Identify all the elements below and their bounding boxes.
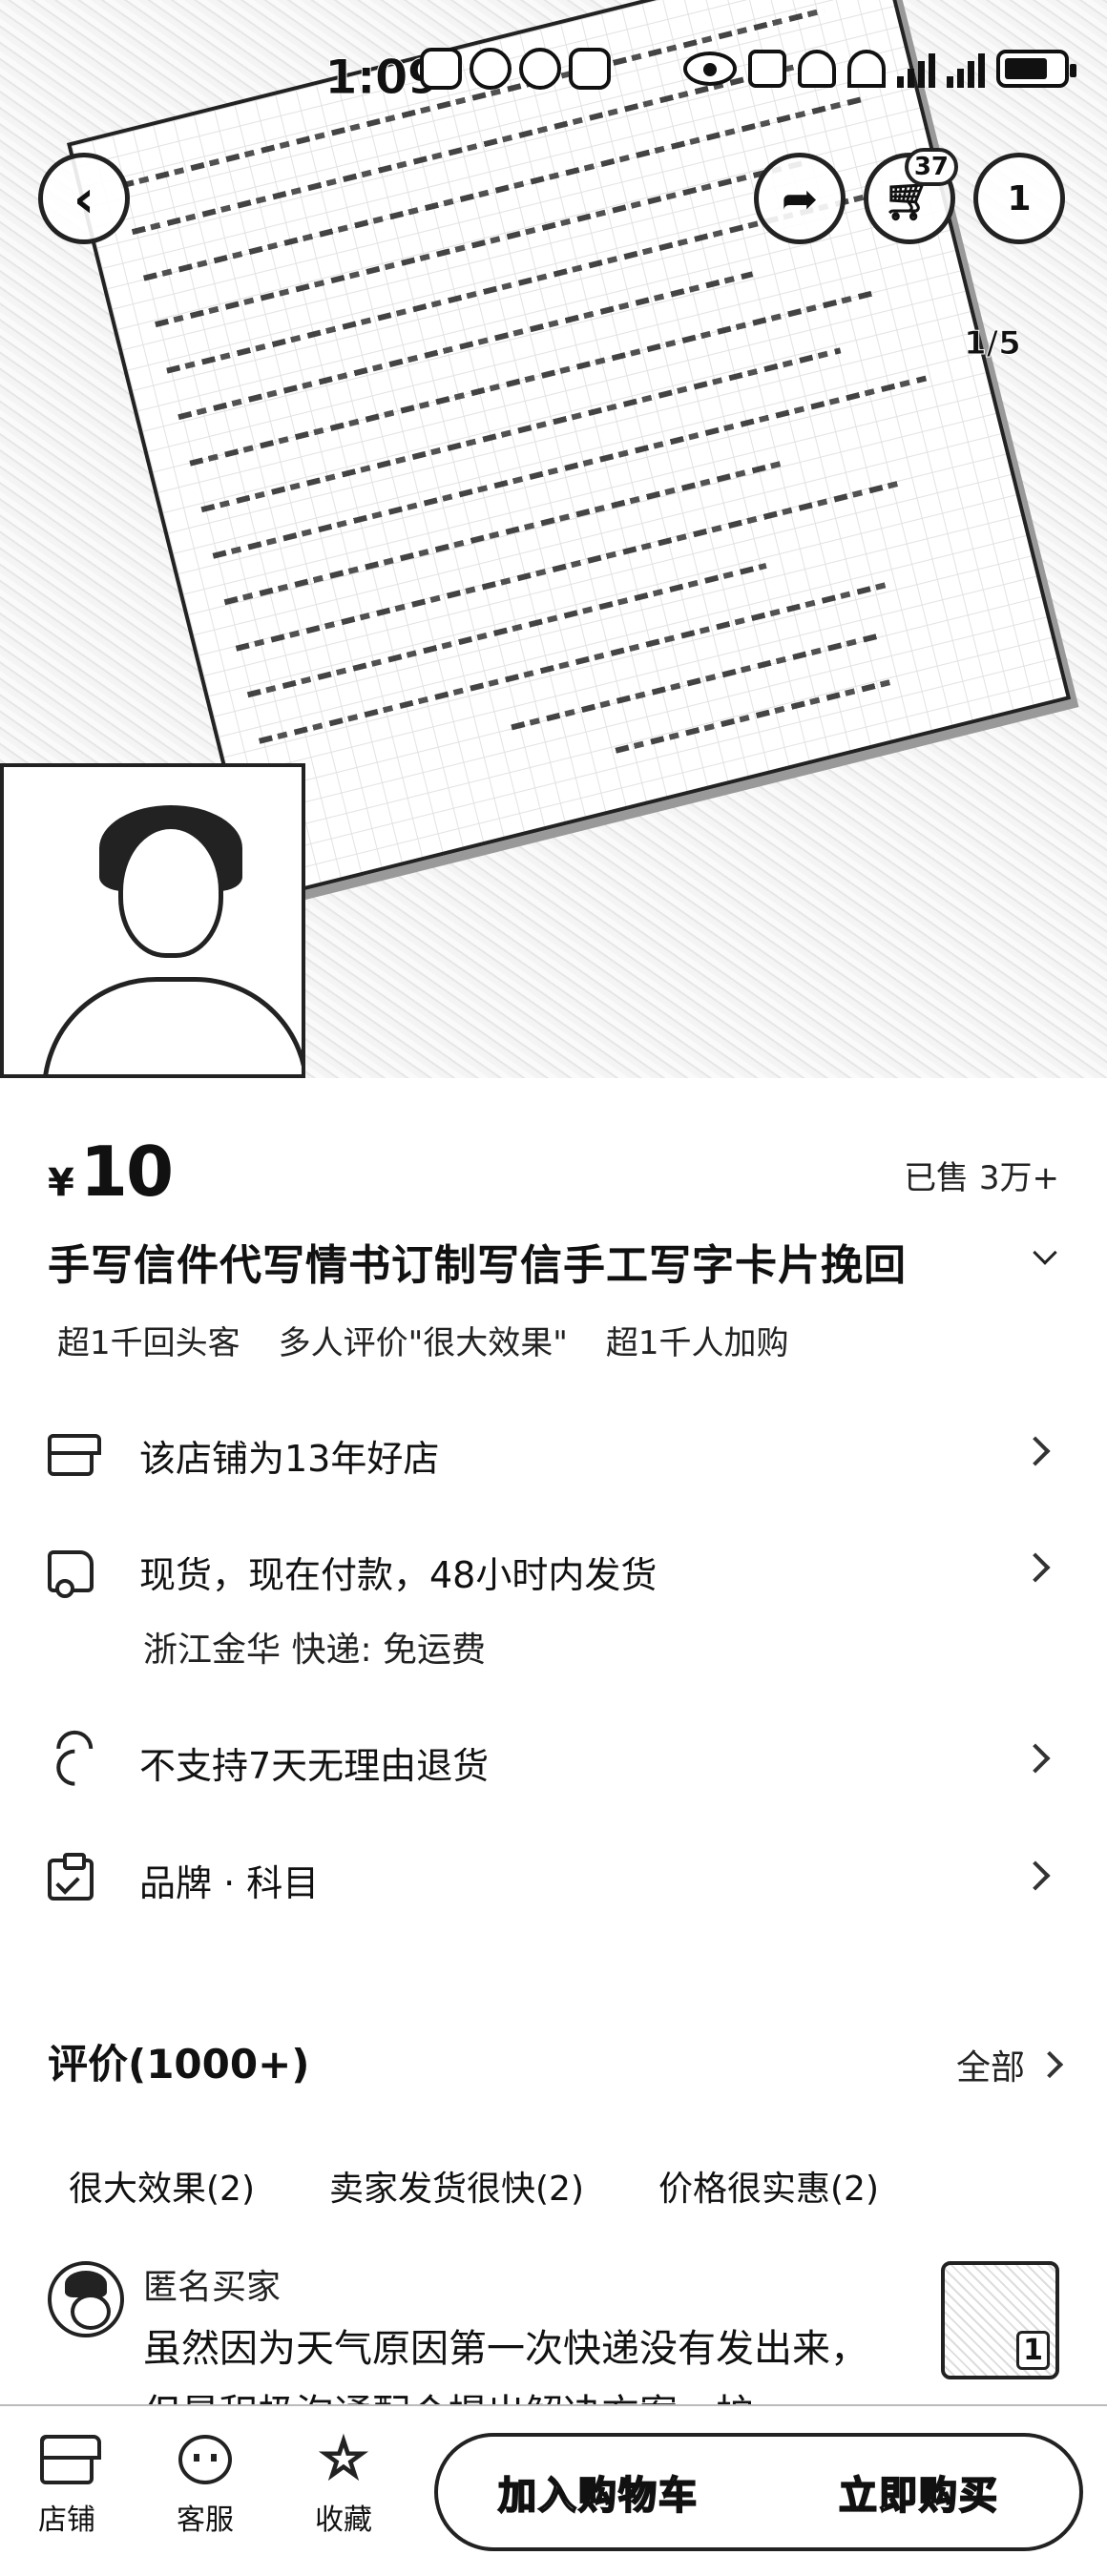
status-bar: 1:09	[0, 0, 1107, 143]
buy-now-button[interactable]: 立即购买	[759, 2437, 1079, 2547]
sold-count: 已售 3万+	[904, 1159, 1059, 1197]
reviewer-name: 匿名买家	[143, 2268, 282, 2307]
nfc-icon	[748, 50, 786, 88]
signal-5g-icon	[897, 50, 935, 88]
review-tag[interactable]: 很大效果(2)	[48, 2151, 276, 2220]
app-notification-icon	[420, 48, 462, 90]
system-status-icons	[683, 50, 1076, 88]
reviewer-avatar	[48, 2261, 124, 2337]
service-nav-label: 客服	[177, 2503, 234, 2537]
shipping-origin-text: 浙江金华 快递: 免运费	[143, 1631, 487, 1670]
chevron-right-icon	[1020, 1743, 1051, 1774]
returns-info-row[interactable]: 不支持7天无理由退货	[48, 1729, 1059, 1796]
view-all-label: 全部	[955, 2048, 1025, 2088]
highlight-tag: 超1千人加购	[605, 1324, 789, 1362]
favorite-nav-label: 收藏	[315, 2503, 372, 2537]
reviews-title: 评价(1000+)	[48, 2041, 310, 2088]
shop-icon	[48, 1434, 101, 1476]
star-icon: ☆	[318, 2428, 368, 2490]
heart-icon	[39, 1731, 101, 1793]
chevron-right-icon	[1035, 2050, 1064, 2079]
reviews-header: 评价(1000+) 全部	[48, 2032, 1064, 2099]
product-image-carousel[interactable]: ‹ ➦ 🛒︎ 37 1 1/5	[0, 0, 1107, 1078]
eye-comfort-icon	[683, 52, 737, 86]
shop-nav-label: 店铺	[38, 2503, 95, 2537]
brand-info-text: 品牌 · 科目	[139, 1861, 320, 1904]
service-face-icon	[178, 2435, 232, 2484]
review-item[interactable]: 匿名买家 虽然因为天气原因第一次快递没有发出来，但是积极沟通配合提出解决方案，护…	[48, 2252, 1059, 2436]
shop-info-text: 该店铺为13年好店	[139, 1437, 440, 1480]
bottom-action-bar: 店铺 客服 ☆ 收藏 加入购物车 立即购买	[0, 2404, 1107, 2576]
brand-info-row[interactable]: 品牌 · 科目	[48, 1846, 1059, 1913]
more-button[interactable]: 1	[973, 153, 1065, 244]
customer-service-button[interactable]: 客服	[153, 2435, 258, 2538]
price-row: ¥ 10 已售 3万+	[48, 1126, 1059, 1212]
signal-4g-icon	[947, 50, 985, 88]
photo-count-badge: 1	[1016, 2331, 1050, 2370]
clipboard-check-icon	[48, 1853, 94, 1901]
app-notification-icon	[519, 48, 561, 90]
product-title-row[interactable]: 手写信件代写情书订制写信手工写字卡片挽回	[48, 1231, 1059, 1298]
back-button[interactable]: ‹	[38, 153, 130, 244]
product-highlights: 超1千回头客 多人评价"很大效果" 超1千人加购	[57, 1317, 789, 1363]
more-icon: 1	[1007, 178, 1032, 218]
shipping-info-row[interactable]: 现货，现在付款，48小时内发货	[48, 1538, 1059, 1605]
seller-photo-inset	[0, 763, 305, 1078]
shop-nav-button[interactable]: 店铺	[14, 2435, 119, 2538]
review-tag-list: 很大效果(2) 卖家发货很快(2) 价格很实惠(2)	[48, 2151, 932, 2220]
truck-icon	[48, 1550, 94, 1598]
view-all-reviews-link[interactable]: 全部	[955, 2040, 1064, 2089]
review-tag[interactable]: 卖家发货很快(2)	[308, 2151, 605, 2220]
notification-icons	[420, 48, 611, 90]
image-page-indicator: 1/5	[964, 324, 1022, 364]
returns-info-text: 不支持7天无理由退货	[139, 1744, 490, 1787]
highlight-tag: 多人评价"很大效果"	[278, 1324, 568, 1362]
shop-info-row[interactable]: 该店铺为13年好店	[48, 1422, 1059, 1488]
review-tag[interactable]: 价格很实惠(2)	[637, 2151, 900, 2220]
app-notification-icon	[569, 48, 611, 90]
price-value: 10	[79, 1132, 174, 1212]
favorite-button[interactable]: ☆ 收藏	[291, 2428, 396, 2538]
price: ¥ 10	[48, 1132, 174, 1212]
product-title: 手写信件代写情书订制写信手工写字卡片挽回	[48, 1241, 907, 1290]
purchase-actions: 加入购物车 立即购买	[434, 2433, 1083, 2551]
chevron-left-icon: ‹	[73, 168, 95, 229]
app-notification-icon	[470, 48, 512, 90]
chevron-right-icon	[1020, 1860, 1051, 1891]
wifi-icon	[847, 50, 886, 88]
share-button[interactable]: ➦	[754, 153, 846, 244]
shipping-info-text: 现货，现在付款，48小时内发货	[139, 1553, 658, 1596]
battery-icon	[996, 50, 1076, 88]
add-to-cart-button[interactable]: 加入购物车	[438, 2437, 759, 2547]
chevron-right-icon	[1020, 1436, 1051, 1466]
bell-mute-icon	[798, 50, 836, 88]
chevron-right-icon	[1020, 1552, 1051, 1583]
cart-button[interactable]: 🛒︎ 37	[864, 148, 958, 244]
storefront-icon	[40, 2435, 101, 2484]
currency-symbol: ¥	[48, 1161, 74, 1205]
cart-count-badge: 37	[904, 148, 958, 186]
share-arrow-icon: ➦	[781, 173, 819, 224]
review-photo-thumbnail[interactable]: 1	[941, 2261, 1059, 2379]
highlight-tag: 超1千回头客	[57, 1324, 240, 1362]
